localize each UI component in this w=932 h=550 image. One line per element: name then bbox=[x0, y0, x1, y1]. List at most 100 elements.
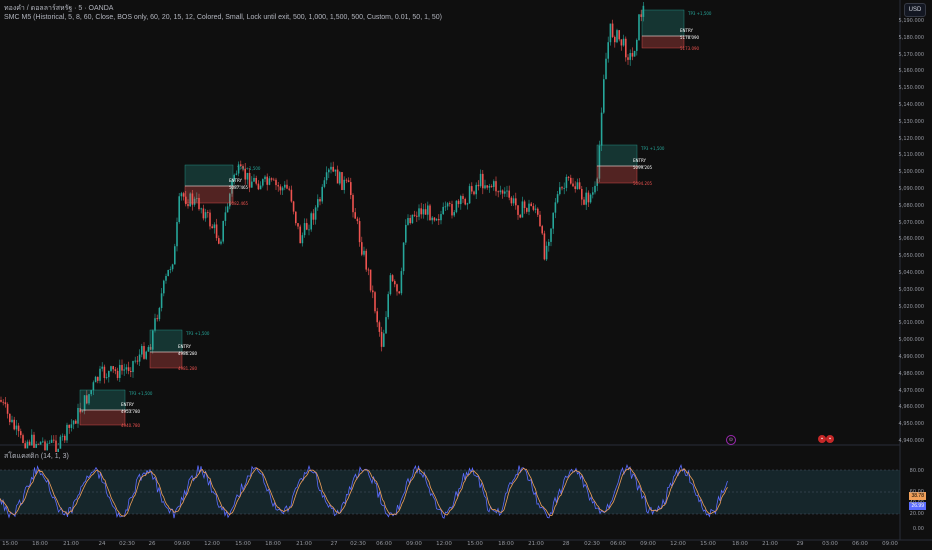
time-tick-label: 12:00 bbox=[670, 541, 686, 547]
time-tick-label: 18:00 bbox=[32, 541, 48, 547]
candle-body bbox=[603, 79, 605, 113]
candle-body bbox=[614, 36, 616, 43]
candle-body bbox=[28, 441, 31, 446]
candle-body bbox=[409, 218, 411, 224]
candle-body bbox=[59, 436, 62, 449]
candle-body bbox=[512, 198, 515, 204]
candle-body bbox=[92, 382, 95, 391]
time-tick-label: 28 bbox=[562, 541, 570, 547]
candle-body bbox=[545, 245, 548, 260]
time-tick-label: 18:00 bbox=[732, 541, 748, 547]
candle-body bbox=[548, 241, 550, 246]
candle-body bbox=[299, 226, 301, 244]
candle-body bbox=[306, 223, 308, 230]
candle-body bbox=[631, 53, 634, 57]
candle-body bbox=[504, 191, 506, 194]
candle-body bbox=[279, 186, 282, 191]
candle-body bbox=[303, 223, 306, 236]
candle-body bbox=[528, 203, 530, 212]
price-tick-label: 5,110.000 bbox=[898, 152, 924, 159]
candle-body bbox=[26, 441, 29, 449]
flag-icon[interactable]: ▪ bbox=[818, 435, 826, 443]
candle-body bbox=[281, 187, 284, 191]
candle-body bbox=[523, 201, 526, 208]
time-tick-label: 02:30 bbox=[350, 541, 366, 547]
candle-body bbox=[605, 58, 607, 80]
candle-body bbox=[420, 208, 422, 215]
candle-body bbox=[424, 209, 427, 215]
time-tick-label: 24 bbox=[98, 541, 106, 547]
candle-body bbox=[429, 205, 431, 221]
candle-body bbox=[101, 366, 103, 369]
candle-body bbox=[460, 196, 462, 205]
candle-body bbox=[594, 185, 596, 193]
oscillator-tick-label: 0.00 bbox=[912, 526, 924, 532]
candle-body bbox=[587, 192, 590, 203]
candle-body bbox=[629, 53, 631, 60]
candle-body bbox=[627, 57, 629, 60]
candle-body bbox=[169, 269, 172, 270]
candle-body bbox=[163, 280, 165, 294]
candle-body bbox=[66, 424, 68, 441]
currency-button[interactable]: USD bbox=[904, 3, 926, 17]
oscillator-title[interactable]: สโตแคสติก (14, 1, 3) bbox=[4, 452, 69, 461]
candle-body bbox=[354, 212, 356, 219]
candle-body bbox=[367, 269, 370, 271]
candle-body bbox=[561, 187, 563, 189]
price-tick-label: 5,170.000 bbox=[898, 51, 924, 58]
candle-body bbox=[275, 179, 277, 186]
event-icon[interactable]: ⊙ bbox=[726, 435, 736, 445]
candle-body bbox=[328, 169, 330, 173]
price-tick-label: 5,180.000 bbox=[898, 34, 924, 41]
candle-body bbox=[358, 221, 361, 243]
price-tick-label: 5,100.000 bbox=[898, 169, 924, 176]
flag-icon[interactable]: ▪ bbox=[826, 435, 834, 443]
candle-body bbox=[444, 206, 447, 208]
candle-body bbox=[435, 218, 438, 221]
entry-price: 5099.205 bbox=[633, 165, 653, 170]
candle-body bbox=[127, 367, 130, 371]
price-tick-label: 4,980.000 bbox=[898, 370, 924, 377]
candle-body bbox=[365, 250, 367, 270]
candle-body bbox=[600, 112, 603, 146]
candle-body bbox=[171, 264, 174, 270]
symbol-title[interactable]: ทองคำ / ดอลลาร์สหรัฐ · 5 · OANDA bbox=[4, 4, 113, 13]
time-tick-label: 09:00 bbox=[882, 541, 898, 547]
sl-price: 5082.465 bbox=[229, 201, 249, 206]
time-tick-label: 12:00 bbox=[436, 541, 452, 547]
candle-body bbox=[0, 400, 2, 402]
candle-body bbox=[607, 42, 609, 59]
candle-body bbox=[451, 204, 453, 216]
candle-body bbox=[572, 183, 574, 187]
price-chart[interactable]: TP3 +1,500 ENTRY 4953.780 4940.780 TP3 +1,50… bbox=[0, 0, 932, 550]
candle-body bbox=[290, 189, 293, 202]
candle-body bbox=[411, 214, 414, 224]
candle-body bbox=[515, 198, 517, 206]
candle-body bbox=[422, 209, 425, 215]
candle-body bbox=[517, 205, 519, 215]
candle-body bbox=[530, 203, 532, 207]
candle-body bbox=[314, 207, 317, 220]
price-tick-label: 4,960.000 bbox=[898, 404, 924, 411]
candle-body bbox=[31, 434, 33, 446]
candle-body bbox=[418, 208, 420, 217]
candle-body bbox=[167, 269, 169, 277]
candle-body bbox=[268, 178, 271, 185]
candle-body bbox=[394, 281, 396, 285]
candle-body bbox=[55, 440, 57, 452]
candle-body bbox=[17, 425, 20, 432]
price-tick-label: 5,020.000 bbox=[898, 303, 924, 310]
time-tick-label: 03:00 bbox=[822, 541, 838, 547]
candle-body bbox=[372, 290, 374, 293]
candle-body bbox=[24, 443, 26, 449]
time-tick-label: 15:00 bbox=[467, 541, 483, 547]
candle-body bbox=[493, 181, 495, 187]
candle-body bbox=[297, 223, 299, 227]
tp-label: TP3 +1,500 bbox=[185, 331, 210, 336]
indicator-legend[interactable]: SMC M5 (Historical, 5, 8, 60, Close, BOS… bbox=[4, 13, 442, 22]
candle-body bbox=[332, 166, 334, 172]
sl-price: 5173.090 bbox=[680, 46, 700, 51]
candle-body bbox=[114, 369, 117, 371]
candle-body bbox=[341, 172, 343, 190]
time-tick-label: 21:00 bbox=[528, 541, 544, 547]
